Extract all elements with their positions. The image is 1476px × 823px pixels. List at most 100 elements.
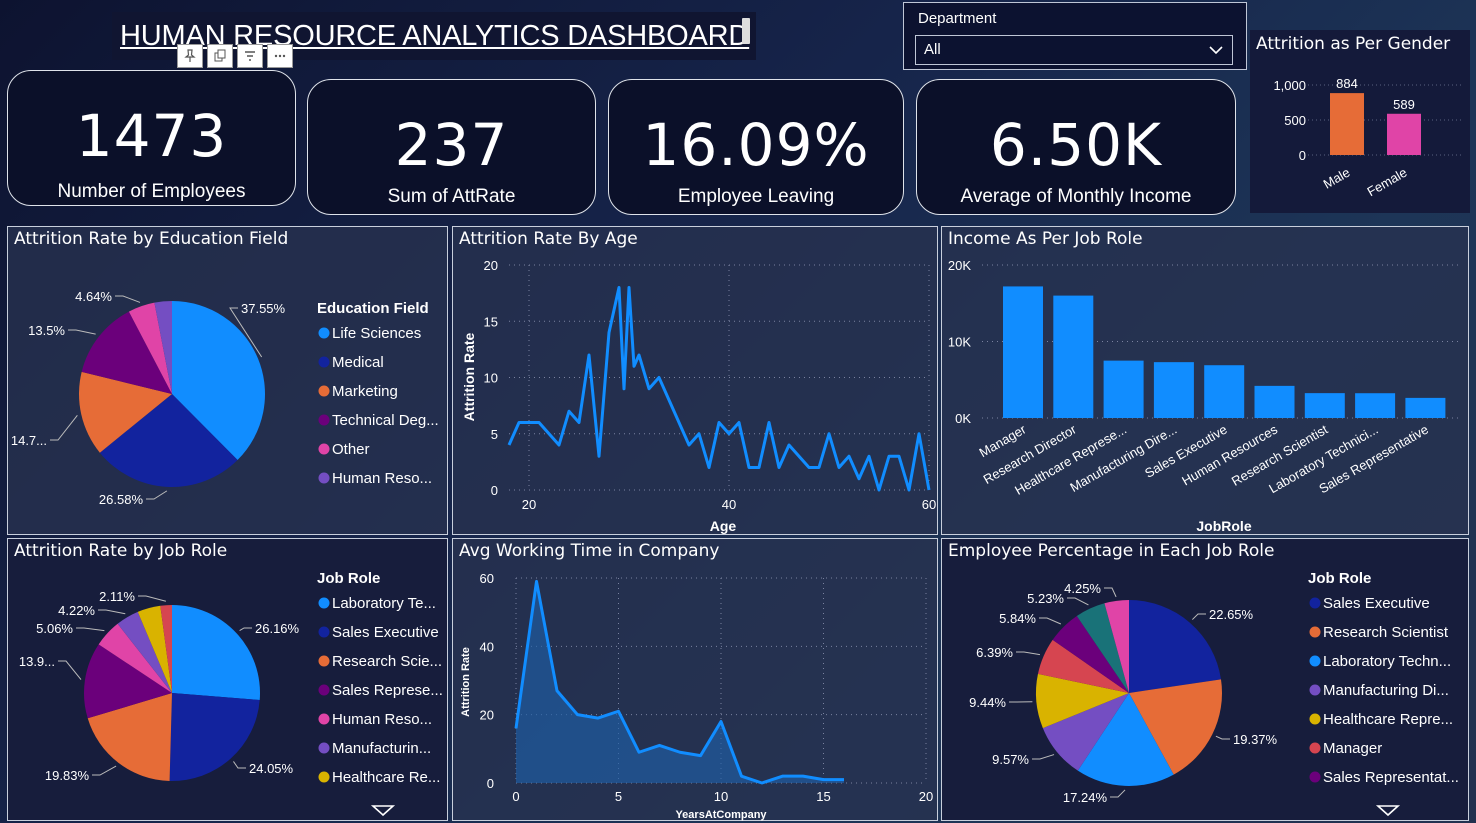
data-label: 9.44% [969, 695, 1006, 710]
legend-swatch [318, 742, 330, 754]
data-label: 19.37% [1233, 732, 1278, 747]
x-tick-label: 10 [714, 789, 728, 804]
x-tick-label: Female [1364, 165, 1409, 200]
pin-icon[interactable] [177, 44, 203, 68]
legend-item: Laboratory Techn... [1323, 653, 1451, 670]
leader-line [115, 295, 141, 303]
leader-line [1067, 597, 1089, 606]
y-tick-label: 0 [491, 483, 498, 498]
data-label: 4.25% [1064, 581, 1101, 596]
x-axis-label: Age [710, 518, 737, 534]
kpi-value: 6.50K [989, 111, 1163, 179]
gender-chart-panel: Attrition as Per Gender 1,000 500 0 884 Male… [1250, 30, 1470, 213]
legend-item: Marketing [332, 383, 398, 400]
leader-line [1016, 651, 1041, 656]
bar [1003, 286, 1043, 418]
kpi-card-leaving: 16.09% Employee Leaving [608, 79, 904, 215]
kpi-label: Average of Monthly Income [960, 186, 1192, 207]
legend-title: Job Role [317, 570, 380, 587]
department-label: Department [918, 10, 997, 27]
leader-line [146, 490, 168, 500]
x-tick-label: 40 [722, 497, 736, 512]
y-tick-label: 0 [1299, 148, 1306, 163]
data-label: 5.23% [1027, 591, 1064, 606]
x-axis-label: YearsAtCompany [675, 809, 767, 821]
data-label: 4.64% [75, 289, 112, 304]
legend-swatch [318, 771, 330, 783]
emppct-pie-chart: 22.65% 19.37% 17.24% 9.57% 9.44% 6.39% 5.84% 5.… [969, 570, 1459, 817]
y-tick-label: 1,000 [1273, 78, 1306, 93]
years-area-chart: 60 40 20 0 0 5 10 15 20 YearsAtCompany Attrition R… [460, 571, 933, 821]
legend-swatch [1309, 713, 1321, 725]
kpi-label: Employee Leaving [677, 186, 835, 207]
legend-item: Sales Represe... [332, 682, 443, 699]
bar [1304, 393, 1345, 418]
kpi-card-attrate: 237 Sum of AttRate [307, 79, 596, 215]
data-label: 4.22% [58, 603, 95, 618]
data-label: 13.9... [19, 654, 55, 669]
leader-line [233, 761, 246, 769]
data-label: 37.55% [241, 301, 286, 316]
leader-line [1110, 789, 1126, 798]
y-tick-label: 20 [480, 708, 494, 723]
data-label: 6.39% [976, 645, 1013, 660]
bar [1355, 393, 1396, 418]
x-tick-label: Male [1321, 165, 1353, 192]
expand-arrow-icon [1375, 805, 1401, 817]
legend-item: Laboratory Te... [332, 595, 436, 612]
leader-line [138, 595, 167, 602]
y-tick-label: 60 [480, 571, 494, 586]
leader-line [1215, 735, 1230, 740]
y-tick-label: 20 [484, 258, 498, 273]
legend-item: Manufacturing Di... [1323, 682, 1449, 699]
data-label: 26.58% [99, 492, 144, 507]
copy-icon[interactable] [207, 44, 233, 68]
legend-item: Life Sciences [332, 325, 421, 342]
y-tick-label: 15 [484, 314, 498, 329]
legend-swatch [318, 327, 330, 339]
pie-slice [169, 693, 260, 781]
data-label: 14.7... [11, 433, 47, 448]
data-label: 589 [1393, 97, 1415, 112]
legend-item: Other [332, 441, 370, 458]
legend-swatch [318, 356, 330, 368]
gender-bar-chart: 1,000 500 0 884 Male 589 Female [1273, 76, 1462, 200]
data-label: 13.5% [28, 323, 65, 338]
leader-line [58, 660, 82, 680]
legend-swatch [1309, 626, 1321, 638]
legend-item: Medical [332, 354, 384, 371]
leader-line [76, 627, 105, 632]
more-icon[interactable] [267, 44, 293, 68]
series-line [507, 286, 931, 492]
legend-item: Sales Representat... [1323, 769, 1459, 786]
pie-slice [172, 605, 260, 701]
legend-swatch [1309, 655, 1321, 667]
emppct-pie-panel: Employee Percentage in Each Job Role 22.… [941, 538, 1469, 821]
kpi-label: Sum of AttRate [387, 186, 516, 207]
leader-line [92, 765, 117, 776]
kpi-card-income: 6.50K Average of Monthly Income [916, 79, 1236, 215]
x-tick-label: 20 [522, 497, 536, 512]
leader-line [50, 414, 78, 441]
data-label: 17.24% [1063, 790, 1108, 805]
kpi-value: 16.09% [642, 111, 870, 179]
income-bar-panel: Income As Per Job Role 20K 10K 0K Manager Re… [941, 226, 1469, 535]
filter-icon[interactable] [237, 44, 263, 68]
bar [1153, 362, 1194, 418]
legend-swatch [318, 684, 330, 696]
legend-swatch [318, 655, 330, 667]
leader-line [239, 627, 252, 632]
legend-item: Manufacturin... [332, 740, 431, 757]
x-tick-label: 60 [922, 497, 936, 512]
data-label: 5.84% [999, 611, 1036, 626]
y-tick-label: 5 [491, 427, 498, 442]
jobrole-pie-chart: 26.16% 24.05% 19.83% 13.9... 5.06% 4.22% 2.11%… [19, 570, 443, 817]
leader-line [1032, 754, 1055, 760]
education-pie-chart: 37.55% 26.58% 14.7... 13.5% 4.64% Education F… [11, 289, 439, 507]
legend-swatch [318, 472, 330, 484]
y-tick-label: 10K [948, 335, 971, 350]
resize-handle[interactable] [742, 18, 750, 44]
kpi-card-employees: 1473 Number of Employees [7, 70, 296, 206]
leader-line [68, 329, 96, 335]
department-dropdown[interactable]: All [915, 35, 1233, 65]
